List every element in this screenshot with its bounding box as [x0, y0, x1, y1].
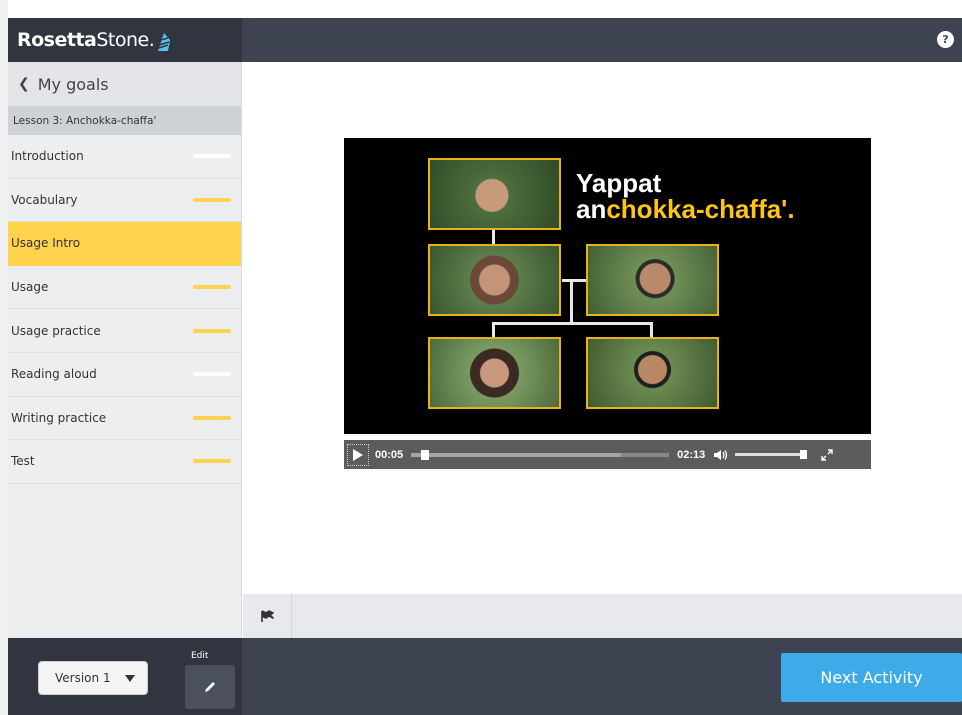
sidebar-item-label: Introduction [11, 149, 84, 164]
my-goals-link[interactable]: ❮ My goals [8, 62, 241, 106]
tree-line [562, 279, 586, 282]
pencil-icon [205, 682, 215, 692]
footer-left-panel: Version 1 Edit [8, 638, 242, 715]
caption-line-1: Yappat [576, 168, 662, 198]
play-button[interactable] [347, 443, 369, 466]
help-button[interactable]: ? [937, 31, 954, 48]
progress-indicator [193, 154, 231, 159]
volume-slider[interactable] [735, 450, 808, 459]
tree-line [492, 322, 495, 338]
seek-bar[interactable] [411, 449, 670, 460]
photo-grandmother [428, 158, 561, 230]
sidebar-item-writing-practice[interactable]: Writing practice [8, 397, 241, 441]
progress-indicator [193, 328, 231, 333]
video-controls: 00:05 02:13 [344, 440, 871, 469]
progress-indicator [193, 372, 231, 377]
sidebar-item-test[interactable]: Test [8, 440, 241, 484]
sidebar-item-usage-practice[interactable]: Usage practice [8, 309, 241, 353]
logo: RosettaStone. [8, 18, 242, 62]
lesson-title: Lesson 3: Anchokka-chaffa' [8, 106, 241, 135]
tree-line [570, 279, 573, 324]
volume-icon[interactable] [713, 449, 729, 461]
sidebar-item-usage-intro[interactable]: Usage Intro [8, 222, 241, 266]
sidebar-item-introduction[interactable]: Introduction [8, 135, 241, 179]
sidebar-item-label: Reading aloud [11, 367, 97, 382]
version-select[interactable]: Version 1 [38, 661, 148, 695]
progress-indicator [193, 285, 231, 290]
version-value: Version 1 [55, 671, 111, 685]
caret-down-icon [125, 674, 135, 682]
photo-daughter [428, 337, 561, 409]
video-caption: Yappat anchokka-chaffa'. [576, 170, 795, 222]
sidebar-item-usage[interactable]: Usage [8, 266, 241, 310]
video-frame[interactable]: Yappat anchokka-chaffa'. [344, 138, 871, 434]
fullscreen-icon[interactable] [821, 448, 833, 461]
tree-line [650, 322, 653, 338]
caption-line-2: anchokka-chaffa'. [576, 196, 795, 222]
sidebar-item-vocabulary[interactable]: Vocabulary [8, 179, 241, 223]
caption-white: an [576, 194, 607, 224]
sidebar-item-label: Usage [11, 280, 49, 295]
sidebar: ❮ My goals Lesson 3: Anchokka-chaffa' In… [8, 62, 242, 638]
sidebar-item-label: Vocabulary [11, 192, 78, 207]
sidebar-item-label: Test [11, 454, 35, 469]
buffered-bar [411, 452, 622, 457]
tree-line [492, 322, 652, 325]
top-header: RosettaStone. ? [8, 18, 962, 62]
progress-indicator [193, 415, 231, 420]
window-edge [0, 0, 8, 715]
flag-icon [261, 610, 274, 622]
play-icon [353, 448, 363, 461]
seek-handle[interactable] [421, 449, 430, 460]
sidebar-item-label: Writing practice [11, 410, 107, 425]
logo-bold: Rosetta [17, 29, 97, 51]
volume-handle[interactable] [800, 450, 808, 459]
sidebar-item-label: Usage Intro [11, 236, 81, 251]
edit-label: Edit [191, 651, 209, 661]
total-time: 02:13 [677, 448, 706, 461]
progress-indicator [193, 459, 231, 464]
sidebar-item-label: Usage practice [11, 323, 101, 338]
logo-text: RosettaStone. [17, 29, 155, 51]
sidebar-item-reading-aloud[interactable]: Reading aloud [8, 353, 241, 397]
chevron-left-icon: ❮ [18, 76, 30, 92]
flag-button[interactable] [243, 594, 292, 638]
photo-son [586, 337, 719, 409]
top-strip [8, 8, 962, 18]
progress-indicator [193, 197, 231, 202]
edit-button[interactable] [185, 665, 235, 709]
current-time: 00:05 [375, 448, 404, 461]
photo-mother [428, 244, 561, 316]
logo-light: Stone. [96, 29, 155, 51]
logo-stone-icon [158, 33, 171, 51]
bottom-bar: Version 1 Edit Next Activity [8, 638, 962, 715]
my-goals-label: My goals [37, 74, 109, 94]
photo-father [586, 244, 719, 316]
feedback-bar [243, 594, 962, 638]
help-icon: ? [942, 33, 949, 46]
next-activity-button[interactable]: Next Activity [781, 653, 962, 702]
lesson-steps-list: Introduction Vocabulary Usage Intro Usage Us… [8, 135, 241, 484]
caption-yellow: chokka-chaffa'. [606, 194, 795, 224]
